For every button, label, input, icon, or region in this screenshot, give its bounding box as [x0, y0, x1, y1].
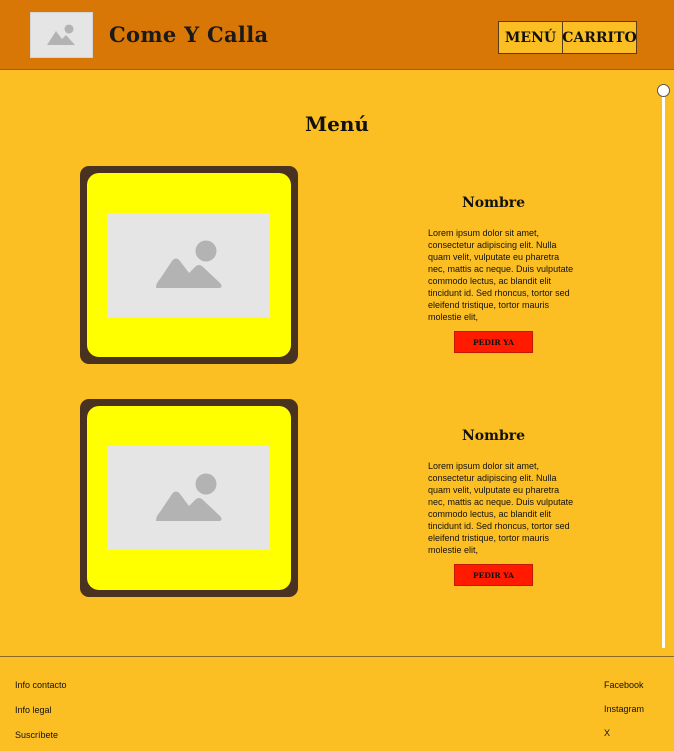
brand-name: Come Y Calla: [109, 22, 269, 47]
menu-item-image-frame: [80, 399, 298, 597]
footer-link-instagram[interactable]: Instagram: [604, 704, 644, 714]
image-placeholder-icon: [155, 240, 222, 288]
footer-link-subscribe[interactable]: Suscríbete: [15, 730, 58, 740]
menu-item-image: [107, 213, 270, 317]
nav-cart-button[interactable]: CARRITO: [562, 22, 637, 53]
footer-link-legal[interactable]: Info legal: [15, 705, 52, 715]
menu-item-description: Lorem ipsum dolor sit amet, consectetur …: [428, 228, 574, 322]
scrollbar-thumb[interactable]: [657, 84, 670, 97]
menu-section: Menú Nombre Lorem ipsum dolor sit amet, …: [0, 70, 674, 656]
menu-item-image: [107, 446, 270, 550]
page-title: Menú: [305, 112, 369, 136]
nav-menu-button[interactable]: MENÚ: [499, 22, 563, 53]
menu-item-image-card: [87, 173, 291, 357]
menu-item-description: Lorem ipsum dolor sit amet, consectetur …: [428, 461, 574, 555]
menu-item-image-card: [87, 406, 291, 590]
order-now-button[interactable]: PEDIR YA: [454, 564, 533, 586]
main-nav: MENÚ CARRITO: [498, 21, 637, 54]
image-placeholder-icon: [155, 473, 222, 521]
site-header: Come Y Calla MENÚ CARRITO: [0, 0, 674, 70]
menu-item-image-frame: [80, 166, 298, 364]
site-footer: Info contacto Info legal Suscríbete Face…: [0, 656, 674, 751]
scrollbar-track[interactable]: [662, 91, 665, 648]
footer-link-facebook[interactable]: Facebook: [604, 680, 644, 690]
footer-link-contact[interactable]: Info contacto: [15, 680, 67, 690]
footer-link-x[interactable]: X: [604, 728, 610, 738]
image-placeholder-icon: [46, 24, 75, 45]
menu-item-name: Nombre: [462, 195, 526, 211]
order-now-button[interactable]: PEDIR YA: [454, 331, 533, 353]
logo[interactable]: [30, 12, 93, 58]
menu-item-name: Nombre: [462, 428, 526, 444]
